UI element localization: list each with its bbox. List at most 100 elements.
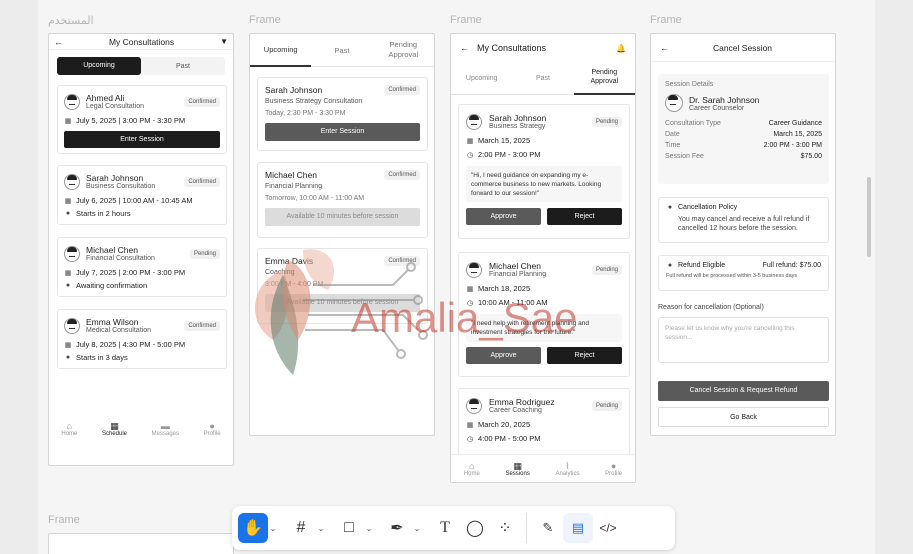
hand-icon[interactable]: ✋ xyxy=(238,513,268,543)
request-card[interactable]: Sarah Johnson Business Strategy Pending ▦… xyxy=(458,104,630,239)
frame-pending-approval[interactable]: ← My Consultations 🔔 Upcoming Past Pendin… xyxy=(450,33,636,483)
user-icon: ● xyxy=(610,460,617,471)
cancel-session-refund-button[interactable]: Cancel Session & Request Refund xyxy=(658,381,829,401)
frame-icon[interactable]: # xyxy=(286,513,316,543)
nav-schedule[interactable]: ▦ Schedule xyxy=(102,421,127,437)
counselor-role: Career Counselor xyxy=(689,104,745,112)
tab-upcoming[interactable]: Upcoming xyxy=(451,75,512,82)
reason-textarea[interactable]: Please let us know why you're cancelling… xyxy=(658,317,829,363)
nav-messages[interactable]: ▬ Messages xyxy=(152,421,179,437)
chevron-down-icon[interactable]: ⌄ xyxy=(412,524,422,533)
session-card[interactable]: Michael Chen Confirmed Financial Planning… xyxy=(257,162,428,238)
filter-icon[interactable]: ▼ xyxy=(220,37,228,46)
text-icon[interactable]: T xyxy=(430,513,460,543)
canvas-scrollbar[interactable] xyxy=(867,177,871,257)
enter-session-button[interactable]: Enter Session xyxy=(265,123,420,141)
back-arrow-icon[interactable]: ← xyxy=(660,43,669,53)
user-icon: ● xyxy=(209,421,215,431)
request-card[interactable]: Michael Chen Financial Planning Pending ▦… xyxy=(458,252,630,377)
consultation-card[interactable]: Emma Wilson Medical Consultation Confirme… xyxy=(57,309,227,369)
refund-amount: Full refund: $75.00 xyxy=(762,262,821,269)
check-icon: ● xyxy=(667,262,673,269)
session-datetime: July 5, 2025 | 3:00 PM - 3:30 PM xyxy=(76,116,186,125)
frame-cancel-session[interactable]: ← Cancel Session Session Details Dr. Sar… xyxy=(650,33,836,436)
rectangle-icon[interactable]: □ xyxy=(334,513,364,543)
consultation-type: Business Consultation xyxy=(86,183,156,190)
draw-icon[interactable]: ✎ xyxy=(533,513,563,543)
go-back-button[interactable]: Go Back xyxy=(658,407,829,427)
chevron-down-icon[interactable]: ⌄ xyxy=(268,524,278,533)
chevron-down-icon[interactable]: ⌄ xyxy=(364,524,374,533)
consultation-card[interactable]: Ahmed Ali Legal Consultation Confirmed ▦ J… xyxy=(57,85,227,154)
calendar-icon: ▦ xyxy=(64,341,72,349)
chevron-down-icon[interactable]: ⌄ xyxy=(316,524,326,533)
comment-icon[interactable]: ◯ xyxy=(460,513,490,543)
consultant-name: Michael Chen xyxy=(86,245,138,255)
frame-my-consultations-client[interactable]: ← My Consultations ▼ Upcoming Past Ahmed… xyxy=(48,33,234,466)
reject-button[interactable]: Reject xyxy=(547,208,622,225)
client-message: "Hi, I need guidance on expanding my e-c… xyxy=(466,166,622,202)
tab-past[interactable]: Past xyxy=(512,75,573,82)
chat-icon: ▬ xyxy=(160,421,170,431)
pen-icon[interactable]: ✒ xyxy=(382,513,412,543)
tab-past[interactable]: Past xyxy=(311,46,372,55)
page-title: My Consultations xyxy=(477,43,547,53)
cancellation-policy-card: ● Cancellation Policy You may cancel and … xyxy=(658,197,829,243)
nav-home[interactable]: ⌂ Home xyxy=(464,461,480,477)
nav-label: Profile xyxy=(203,431,221,437)
status-badge: Pending xyxy=(591,116,622,127)
status-badge: Confirmed xyxy=(384,85,420,95)
calendar-icon: ▦ xyxy=(466,137,474,145)
nav-analytics[interactable]: ⌇ Analytics xyxy=(555,461,579,477)
session-date: March 20, 2025 xyxy=(478,420,531,429)
field-value: $75.00 xyxy=(800,153,822,160)
tab-upcoming[interactable]: Upcoming xyxy=(250,34,312,67)
frame-label[interactable]: Frame xyxy=(249,14,281,26)
tab-pending-approval[interactable]: Pending Approval xyxy=(573,62,635,95)
client-name: Emma Rodriguez xyxy=(489,397,555,407)
status-badge: Confirmed xyxy=(184,176,220,187)
consultation-card[interactable]: Sarah Johnson Business Consultation Confi… xyxy=(57,165,227,225)
back-arrow-icon[interactable]: ← xyxy=(54,37,63,47)
frame-label[interactable]: المستخدم xyxy=(48,14,94,27)
frame-label[interactable]: Frame xyxy=(450,14,482,26)
session-datetime: July 7, 2025 | 2:00 PM - 3:00 PM xyxy=(76,268,186,277)
dev-mode-icon[interactable]: ▤ xyxy=(563,513,593,543)
session-card[interactable]: Sarah Johnson Confirmed Business Strategy… xyxy=(257,77,428,151)
approve-button[interactable]: Approve xyxy=(466,208,541,225)
nav-home[interactable]: ⌂ Home xyxy=(61,421,77,437)
code-icon[interactable]: </> xyxy=(593,513,623,543)
status-badge: Confirmed xyxy=(184,320,220,331)
calendar-icon: ▦ xyxy=(64,269,72,277)
field-value: 2:00 PM - 3:00 PM xyxy=(763,142,822,149)
consultation-card[interactable]: Michael Chen Financial Consultation Pendi… xyxy=(57,237,227,297)
nav-profile[interactable]: ● Profile xyxy=(204,421,221,437)
frame-upcoming-sessions[interactable]: Upcoming Past Pending Approval Sarah Joh… xyxy=(249,33,435,436)
nav-label: Analytics xyxy=(555,470,580,477)
bell-icon[interactable]: 🔔 xyxy=(616,44,626,53)
session-card[interactable]: Emma Davis Confirmed Coaching 3:00 PM - 4… xyxy=(257,248,428,324)
enter-session-button[interactable]: Enter Session xyxy=(64,131,220,148)
nav-profile[interactable]: ● Profile xyxy=(605,461,622,477)
tab-pending-approval[interactable]: Pending Approval xyxy=(373,40,434,60)
policy-title: Cancellation Policy xyxy=(678,204,738,211)
frame-label[interactable]: Frame xyxy=(650,14,682,26)
back-arrow-icon[interactable]: ← xyxy=(460,43,469,53)
consultation-type: Financial Consultation xyxy=(86,255,155,262)
tab-upcoming[interactable]: Upcoming xyxy=(57,57,141,75)
components-icon[interactable]: ⁘ xyxy=(490,513,520,543)
status-badge: Pending xyxy=(189,248,220,259)
session-datetime: July 8, 2025 | 4:30 PM - 5:00 PM xyxy=(76,340,186,349)
nav-label: Home xyxy=(463,470,480,477)
reject-button[interactable]: Reject xyxy=(547,347,622,364)
nav-sessions[interactable]: ▦ Sessions xyxy=(505,461,529,477)
session-status: Starts in 3 days xyxy=(76,353,128,362)
tab-past[interactable]: Past xyxy=(141,63,225,70)
frame-label[interactable]: Frame xyxy=(48,514,80,526)
session-type: Business Strategy xyxy=(489,123,546,130)
approve-button[interactable]: Approve xyxy=(466,347,541,364)
avatar xyxy=(466,113,482,130)
section-heading: Session Details xyxy=(665,81,714,88)
frame-partial[interactable] xyxy=(48,533,234,554)
nav-label: Home xyxy=(61,431,78,437)
